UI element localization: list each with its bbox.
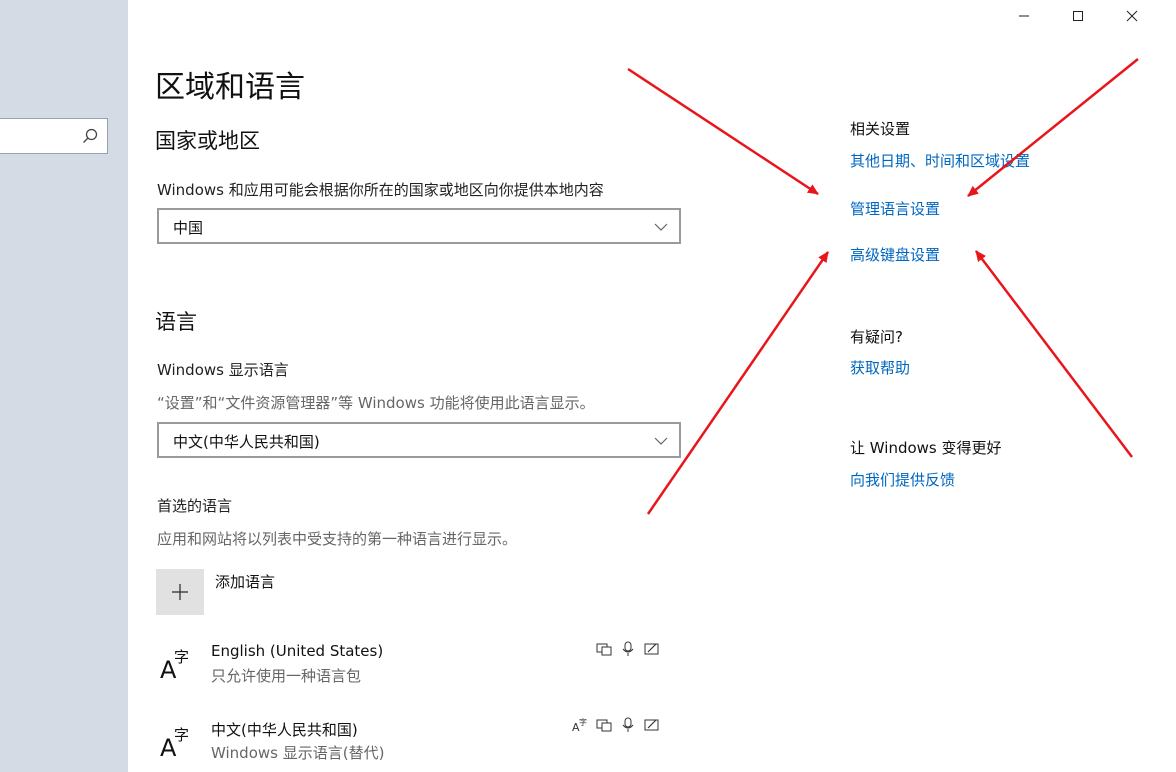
svg-text:字: 字 (174, 726, 189, 744)
display-language-description: “设置”和“文件资源管理器”等 Windows 功能将使用此语言显示。 (157, 394, 595, 412)
page-title: 区域和语言 (155, 70, 305, 105)
help-heading: 有疑问? (850, 328, 903, 346)
other-date-time-region-link[interactable]: 其他日期、时间和区域设置 (850, 150, 1030, 171)
speech-icon (622, 641, 634, 656)
maximize-button[interactable] (1055, 0, 1101, 32)
search-icon (81, 127, 99, 145)
region-section-title: 国家或地区 (155, 129, 260, 153)
language-section-title: 语言 (155, 310, 197, 334)
language-subtitle: Windows 显示语言(替代) (211, 744, 385, 762)
add-language-button[interactable] (156, 569, 204, 615)
preferred-languages-label: 首选的语言 (157, 497, 233, 515)
annotation-arrow (646, 251, 830, 515)
close-button[interactable] (1109, 0, 1155, 32)
handwriting-icon (644, 643, 659, 655)
language-features: A字 (572, 716, 660, 734)
region-dropdown-value: 中国 (173, 219, 204, 237)
chevron-down-icon (653, 433, 669, 447)
language-name: 中文(中华人民共和国) (211, 721, 358, 739)
feedback-heading: 让 Windows 变得更好 (850, 439, 1002, 457)
give-feedback-link[interactable]: 向我们提供反馈 (850, 469, 955, 490)
text-input-icon: A字 (572, 717, 587, 733)
language-features (596, 640, 660, 658)
add-language-label: 添加语言 (215, 573, 276, 591)
minimize-button[interactable] (1001, 0, 1047, 32)
chevron-down-icon (653, 219, 669, 233)
svg-text:字: 字 (174, 648, 189, 666)
svg-text:字: 字 (579, 717, 587, 727)
display-language-icon (596, 643, 612, 656)
display-language-dropdown[interactable]: 中文(中华人民共和国) (157, 422, 681, 458)
related-settings-heading: 相关设置 (850, 120, 911, 138)
language-name: English (United States) (211, 642, 384, 660)
language-subtitle: 只允许使用一种语言包 (211, 667, 362, 685)
sidebar (0, 0, 128, 772)
display-language-icon (596, 719, 612, 732)
annotation-arrow (975, 250, 1133, 458)
advanced-keyboard-settings-link[interactable]: 高级键盘设置 (850, 244, 940, 265)
region-dropdown[interactable]: 中国 (157, 208, 681, 244)
region-description: Windows 和应用可能会根据你所在的国家或地区向你提供本地内容 (157, 181, 604, 199)
annotation-arrow (967, 58, 1139, 197)
language-glyph-icon: A 字 (160, 648, 189, 680)
manage-language-settings-link[interactable]: 管理语言设置 (850, 198, 940, 219)
get-help-link[interactable]: 获取帮助 (850, 357, 910, 378)
plus-icon (172, 584, 188, 600)
display-language-label: Windows 显示语言 (157, 361, 289, 379)
display-language-value: 中文(中华人民共和国) (173, 433, 320, 451)
handwriting-icon (644, 719, 659, 731)
speech-icon (622, 717, 634, 732)
annotation-arrow (627, 67, 819, 196)
preferred-languages-description: 应用和网站将以列表中受支持的第一种语言进行显示。 (157, 530, 518, 548)
search-input[interactable] (0, 118, 108, 154)
language-glyph-icon: A 字 (160, 726, 189, 758)
